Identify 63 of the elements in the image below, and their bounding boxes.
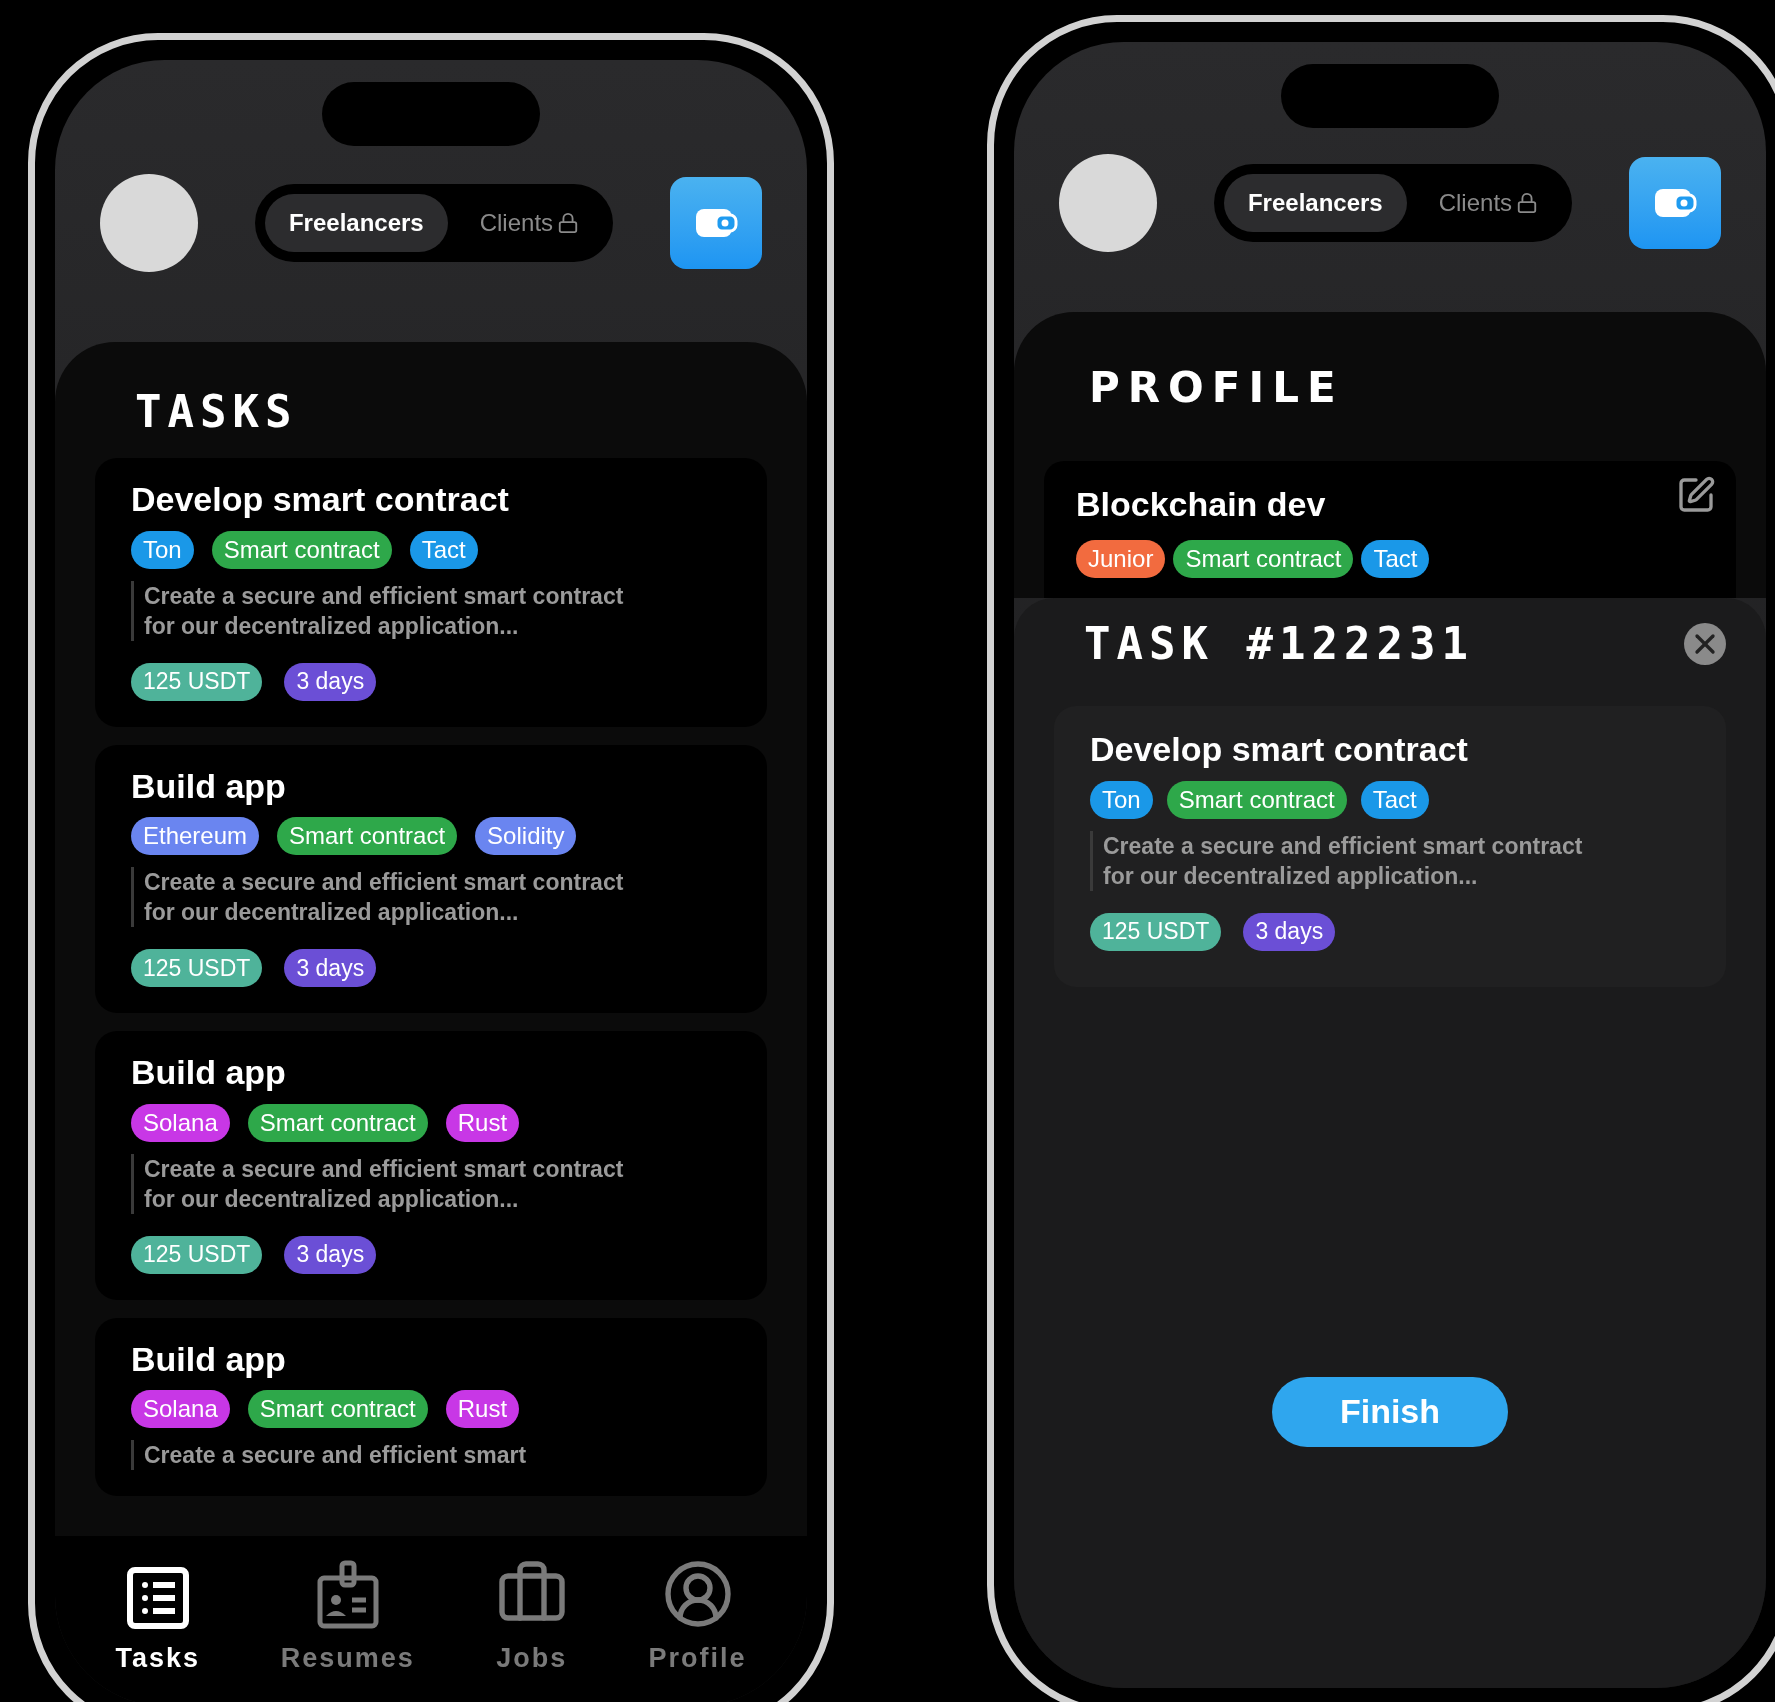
wallet-icon bbox=[694, 206, 738, 240]
tag: Ethereum bbox=[131, 817, 260, 855]
task-description: Create a secure and efficient smart bbox=[143, 1441, 528, 1470]
tag: Junior bbox=[1076, 540, 1166, 578]
task-title: Develop smart contract bbox=[131, 479, 510, 520]
task-title: Build app bbox=[131, 765, 287, 807]
nav-tab[interactable]: Tasks bbox=[115, 1556, 200, 1679]
task-card[interactable]: Build app Solana Smart contract Rust Create a secure and efficient smart contract for our decentralized application... 125 USDT 3 days bbox=[95, 1031, 767, 1300]
tag: Ton bbox=[1090, 780, 1153, 819]
nav-tab[interactable]: Resumes bbox=[280, 1556, 415, 1679]
price-badge: 125 USDT bbox=[131, 1235, 263, 1274]
lock-icon bbox=[1516, 192, 1539, 214]
task-title: Build app bbox=[131, 1052, 287, 1093]
tag: Tact bbox=[1360, 780, 1429, 819]
task-card[interactable]: Develop smart contract Ton Smart contract Tact Create a secure and efficient smart contract for our decentralized application... 125 USDT 3 days bbox=[95, 458, 767, 727]
toggle-tab[interactable]: Clients bbox=[455, 194, 604, 252]
duration-badge: 3 days bbox=[284, 662, 377, 701]
wallet-button[interactable] bbox=[670, 177, 762, 269]
modal-title: TASK #122231 bbox=[1084, 622, 1474, 666]
id-badge-icon bbox=[315, 1560, 380, 1630]
task-description: Create a secure and efficient smart contract for our decentralized application... bbox=[143, 581, 624, 641]
toggle-tab[interactable]: Freelancers bbox=[1223, 174, 1407, 232]
duration-badge: 3 days bbox=[284, 1235, 377, 1274]
price-badge: 125 USDT bbox=[131, 662, 263, 701]
tag: Smart contract bbox=[1173, 540, 1354, 578]
tag: Solana bbox=[131, 1390, 230, 1428]
task-title: Build app bbox=[131, 1338, 287, 1380]
toggle-tab[interactable]: Freelancers bbox=[264, 194, 448, 252]
close-button[interactable] bbox=[1684, 623, 1726, 665]
tag: Solidity bbox=[475, 817, 577, 855]
duration-badge: 3 days bbox=[1243, 912, 1336, 951]
lock-icon bbox=[557, 212, 580, 234]
task-description: Create a secure and efficient smart contract for our decentralized application... bbox=[143, 1154, 624, 1214]
profile-card-title: Blockchain dev bbox=[1076, 484, 1326, 525]
tag: Rust bbox=[445, 1390, 520, 1428]
tag: Tact bbox=[1361, 540, 1430, 578]
tag: Tact bbox=[409, 530, 478, 569]
price-badge: 125 USDT bbox=[1090, 912, 1222, 951]
nav-tab[interactable]: Jobs bbox=[495, 1556, 568, 1679]
tag: Ton bbox=[131, 530, 194, 569]
price-badge: 125 USDT bbox=[131, 949, 263, 987]
tag: Smart contract bbox=[247, 1103, 428, 1142]
page-title: PROFILE bbox=[1088, 367, 1345, 409]
page-title: TASKS bbox=[134, 390, 299, 434]
duration-badge: 3 days bbox=[284, 949, 377, 987]
tag: Smart contract bbox=[211, 530, 392, 569]
task-card[interactable]: Build app Ethereum Smart contract Solidity Create a secure and efficient smart contract for our decentralized application... 125 USDT 3 days bbox=[95, 744, 767, 1013]
task-description: Create a secure and efficient smart contract for our decentralized application... bbox=[143, 868, 624, 927]
tag: Smart contract bbox=[1166, 780, 1347, 819]
tag: Rust bbox=[445, 1103, 520, 1142]
wallet-icon bbox=[1653, 186, 1697, 220]
tag: Smart contract bbox=[247, 1390, 428, 1428]
toggle-tab[interactable]: Clients bbox=[1414, 174, 1563, 232]
list-icon bbox=[125, 1566, 190, 1630]
nav-tab[interactable]: Profile bbox=[648, 1556, 747, 1679]
tag: Smart contract bbox=[277, 817, 458, 855]
profile-card[interactable]: Blockchain dev Junior Smart contract Tact bbox=[1044, 461, 1736, 598]
task-card[interactable]: Build app Solana Smart contract Rust Create a secure and efficient smart bbox=[95, 1317, 767, 1496]
wallet-button[interactable] bbox=[1629, 157, 1721, 249]
task-description: Create a secure and efficient smart contract for our decentralized application... bbox=[1102, 831, 1583, 891]
edit-icon[interactable] bbox=[1676, 475, 1716, 515]
task-title: Develop smart contract bbox=[1090, 729, 1469, 770]
tag: Solana bbox=[131, 1103, 230, 1142]
